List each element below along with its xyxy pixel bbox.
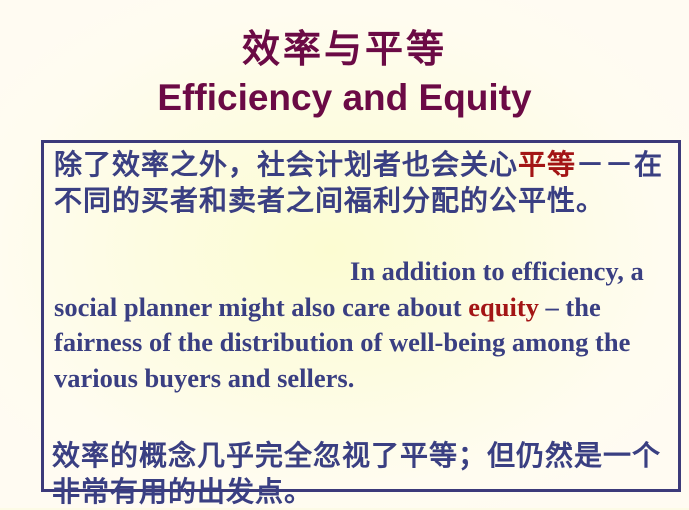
chinese-paragraph-text-start: 除了效率之外，社会计划者也会关心 <box>54 148 519 181</box>
equity-term-english: equity <box>468 291 539 322</box>
efficiency-note-chinese: 效率的概念几乎完全忽视了平等；但仍然是一个非常有用的出发点。 <box>52 439 662 508</box>
chinese-paragraph: 除了效率之外，社会计划者也会关心平等－－在不同的买者和卖者之间福利分配的公平性。 <box>54 147 669 219</box>
english-paragraph: In addition to efficiency, a social plan… <box>54 254 678 396</box>
slide-title-english: Efficiency and Equity <box>157 77 532 118</box>
slide-title-chinese: 效率与平等 <box>241 27 447 71</box>
equity-term-chinese: 平等 <box>518 148 577 181</box>
